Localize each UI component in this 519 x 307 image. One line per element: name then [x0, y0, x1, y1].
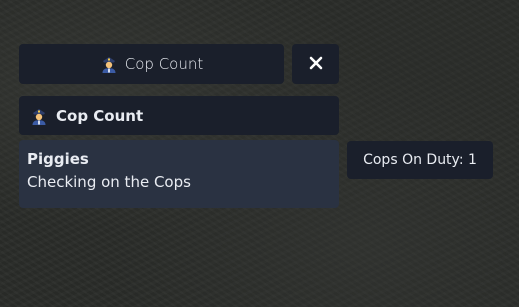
menu-header: Cop Count: [19, 96, 339, 135]
menu-header-title: Cop Count: [56, 106, 144, 125]
cops-on-duty-label: Cops On Duty: 1: [363, 152, 477, 168]
cops-on-duty-badge: Cops On Duty: 1: [347, 141, 493, 179]
menu-item-description: Checking on the Cops: [27, 173, 191, 191]
police-officer-icon: [100, 55, 118, 73]
close-button[interactable]: [292, 44, 339, 84]
menu-item-piggies[interactable]: Piggies Checking on the Cops: [19, 140, 339, 208]
menu-title-label: Cop Count: [124, 55, 204, 73]
menu-item-title: Piggies: [27, 150, 89, 168]
close-icon: [309, 55, 323, 74]
menu-title-bar: Cop Count: [19, 44, 284, 84]
police-officer-icon: [30, 107, 48, 125]
